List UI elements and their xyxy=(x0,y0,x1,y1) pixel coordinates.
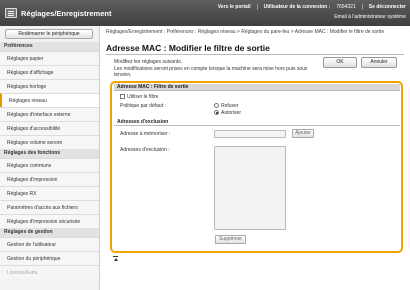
breadcrumb[interactable]: Réglages/Enregistrement : Préférences : … xyxy=(106,29,404,36)
sidebar-item[interactable]: Réglages d'interface externe xyxy=(0,107,99,121)
login-user-label: Utilisateur de la connexion : xyxy=(263,3,331,10)
default-policy-label: Politique par défaut : xyxy=(120,103,166,109)
sidebar-item[interactable]: Réglages d'accessibilité xyxy=(0,121,99,135)
divider xyxy=(361,3,363,10)
nav-section-header: Préférences xyxy=(0,42,99,51)
page-title: Adresse MAC : Modifier le filtre de sort… xyxy=(106,43,270,53)
sidebar-item[interactable]: Gestion de l'utilisateur xyxy=(0,237,99,251)
exception-list-label: Adresses d'exclusion : xyxy=(120,147,170,153)
restart-device-button[interactable]: Redémarrer le périphérique xyxy=(5,29,93,39)
sidebar-item[interactable]: Paramètres d'accès aux fichiers xyxy=(0,200,99,214)
sidebar-item[interactable]: Réglages RX xyxy=(0,186,99,200)
header-links: Vers le portail Utilisateur de la connex… xyxy=(218,2,406,11)
sidebar-item[interactable]: Gestion du périphérique xyxy=(0,251,99,265)
deny-radio[interactable] xyxy=(214,103,219,108)
portal-link[interactable]: Vers le portail xyxy=(218,4,251,10)
use-filter-label: Utiliser le filtre xyxy=(127,94,159,100)
sidebar-item[interactable]: Réglages d'impression xyxy=(0,172,99,186)
sidebar: Redémarrer le périphérique Préférences Ré… xyxy=(0,26,100,290)
settings-logo-icon xyxy=(5,8,17,18)
scroll-to-top-icon[interactable] xyxy=(112,255,120,263)
allow-label: Autoriser xyxy=(221,110,242,116)
main-content: Réglages/Enregistrement : Préférences : … xyxy=(106,26,406,290)
allow-radio[interactable] xyxy=(214,110,219,115)
login-user-id: 7654321 xyxy=(336,3,356,10)
sidebar-item[interactable]: Réglages d'affichage xyxy=(0,65,99,79)
cancel-button[interactable]: Annuler xyxy=(361,57,397,68)
logout-link[interactable]: Se déconnecter xyxy=(369,4,406,10)
nav-section-header: Réglages des fonctions xyxy=(0,149,99,158)
sidebar-item[interactable]: Réglages papier xyxy=(0,51,99,65)
use-filter-checkbox[interactable] xyxy=(120,94,125,99)
add-button[interactable]: Ajouter xyxy=(292,129,314,138)
address-input[interactable] xyxy=(214,130,286,138)
exception-address-list[interactable] xyxy=(214,146,286,230)
policy-option-allow[interactable]: Autoriser xyxy=(214,110,241,116)
policy-option-deny[interactable]: Refuser xyxy=(214,103,239,109)
use-filter-row[interactable]: Utiliser le filtre xyxy=(120,94,158,100)
delete-button[interactable]: Supprimer xyxy=(215,235,246,244)
nav-section-header: Réglages de gestion xyxy=(0,228,99,237)
sidebar-item[interactable]: Réglages communs xyxy=(0,158,99,172)
sidebar-item[interactable]: Réglages horloge xyxy=(0,79,99,93)
sidebar-item[interactable]: Réglages réseau xyxy=(0,93,99,107)
intro-text: Modifiez les réglages suivants. Les modi… xyxy=(114,59,314,79)
sidebar-item[interactable]: Licence/Autre xyxy=(0,265,99,279)
sidebar-item[interactable]: Réglages d'impression sécurisée xyxy=(0,214,99,228)
ok-button[interactable]: OK xyxy=(323,57,357,68)
sidebar-nav: Préférences Réglages papier Réglages d'aff… xyxy=(0,42,99,279)
filter-section-header: Adresse MAC : Filtre de sortie xyxy=(114,84,400,91)
intro-line: Les modifications seront prises en compt… xyxy=(114,65,308,79)
deny-label: Refuser xyxy=(221,103,239,109)
address-label: Adresse à mémoriser : xyxy=(120,131,171,137)
app-header: Réglages/Enregistrement Vers le portail … xyxy=(0,0,410,26)
sidebar-item[interactable]: Réglages volume sonore xyxy=(0,135,99,149)
divider xyxy=(256,3,258,10)
email-admin-link[interactable]: Email à l'administrateur système xyxy=(334,14,406,20)
title-divider xyxy=(106,54,404,55)
exceptions-section-header: Adresses d'exclusion xyxy=(114,119,400,126)
app-title: Réglages/Enregistrement xyxy=(21,9,112,18)
settings-panel: Adresse MAC : Filtre de sortie Utiliser … xyxy=(114,84,400,250)
